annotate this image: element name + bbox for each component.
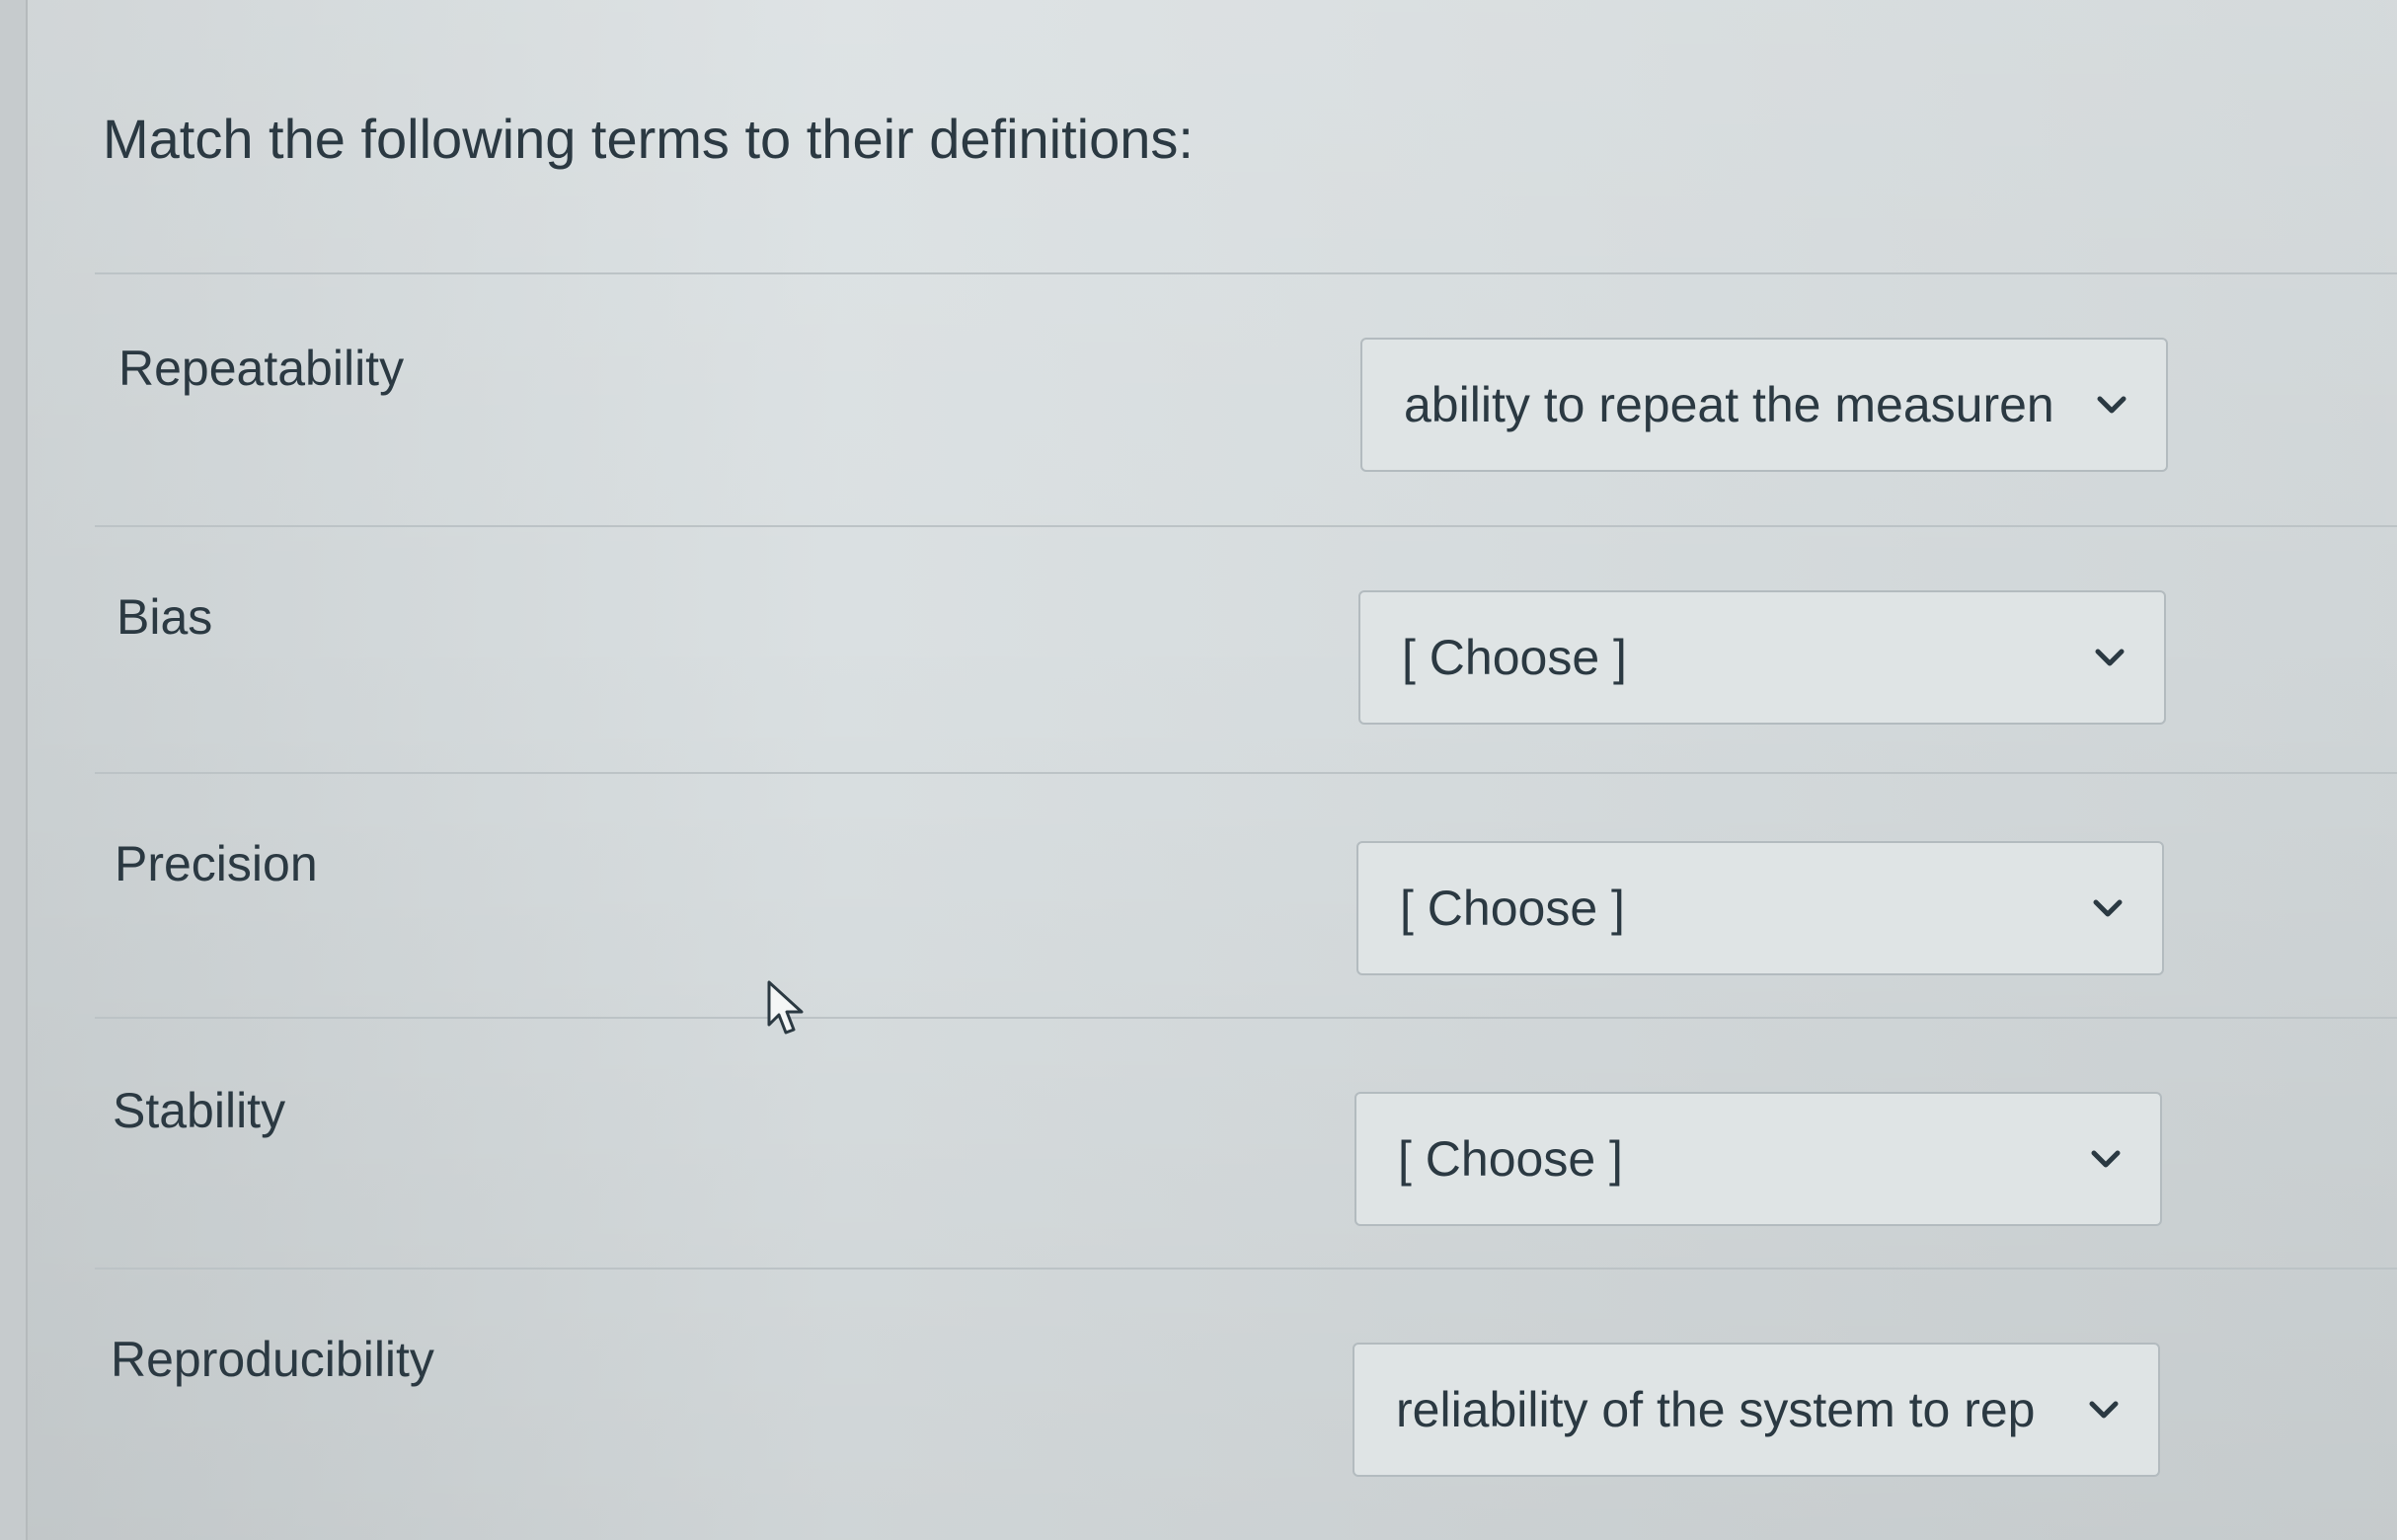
chevron-down-icon <box>2093 899 2123 917</box>
select-value: ability to repeat the measuren <box>1404 377 2054 432</box>
question-prompt: Match the following terms to their defin… <box>103 108 1194 170</box>
term-repeatability: Repeatability <box>118 341 405 396</box>
term-stability: Stability <box>113 1083 286 1138</box>
select-value: [ Choose ] <box>1400 881 1625 936</box>
divider <box>95 1268 2397 1270</box>
select-value: [ Choose ] <box>1402 630 1627 685</box>
page-left-edge <box>0 0 28 1540</box>
divider <box>95 272 2397 274</box>
chevron-down-icon <box>2089 1401 2119 1419</box>
chevron-down-icon <box>2091 1150 2121 1168</box>
answer-select-repeatability[interactable]: ability to repeat the measuren <box>1360 338 2168 472</box>
chevron-down-icon <box>2095 649 2125 666</box>
divider <box>95 772 2397 774</box>
divider <box>95 1017 2397 1019</box>
term-bias: Bias <box>116 589 213 645</box>
answer-select-bias[interactable]: [ Choose ] <box>1358 590 2166 725</box>
select-value: [ Choose ] <box>1398 1131 1623 1187</box>
divider <box>95 525 2397 527</box>
term-precision: Precision <box>115 836 318 891</box>
answer-select-reproducibility[interactable]: reliability of the system to rep <box>1353 1343 2160 1477</box>
answer-select-precision[interactable]: [ Choose ] <box>1356 841 2164 975</box>
select-value: reliability of the system to rep <box>1396 1382 2036 1437</box>
mouse-cursor-icon <box>767 980 804 1035</box>
chevron-down-icon <box>2097 396 2126 414</box>
quiz-page: Match the following terms to their defin… <box>0 0 2397 1540</box>
answer-select-stability[interactable]: [ Choose ] <box>1354 1092 2162 1226</box>
term-reproducibility: Reproducibility <box>111 1332 434 1387</box>
